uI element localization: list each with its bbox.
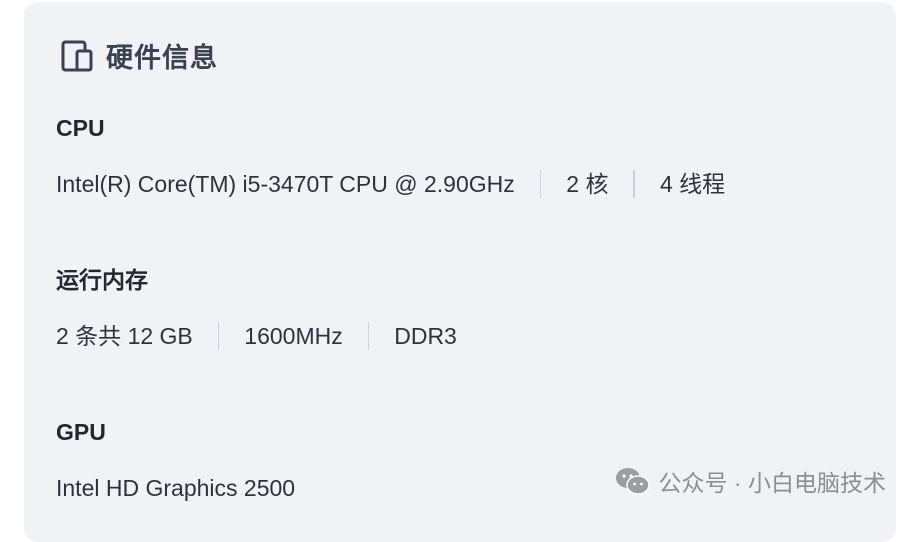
cpu-cores: 2 核 (566, 170, 608, 198)
devices-icon (60, 39, 94, 73)
memory-info-row: 2 条共 12 GB 1600MHz DDR3 (56, 322, 457, 350)
cpu-threads: 4 线程 (660, 170, 725, 198)
gpu-title: GPU (56, 418, 295, 446)
cpu-section: CPU Intel(R) Core(TM) i5-3470T CPU @ 2.9… (56, 114, 725, 198)
card-title: 硬件信息 (106, 36, 218, 75)
gpu-info-row: Intel HD Graphics 2500 (56, 474, 295, 502)
cpu-title: CPU (56, 114, 725, 142)
separator (633, 170, 635, 198)
separator (218, 322, 220, 350)
memory-section: 运行内存 2 条共 12 GB 1600MHz DDR3 (56, 266, 457, 350)
card-header: 硬件信息 (60, 36, 218, 75)
watermark: 公众号 · 小白电脑技术 (615, 464, 886, 498)
gpu-section: GPU Intel HD Graphics 2500 (56, 418, 295, 502)
gpu-model: Intel HD Graphics 2500 (56, 474, 295, 502)
cpu-info-row: Intel(R) Core(TM) i5-3470T CPU @ 2.90GHz… (56, 170, 725, 198)
watermark-text: 公众号 · 小白电脑技术 (659, 464, 886, 498)
separator (540, 170, 542, 198)
memory-frequency: 1600MHz (244, 322, 342, 350)
memory-title: 运行内存 (56, 266, 457, 294)
memory-capacity: 2 条共 12 GB (56, 322, 193, 350)
cpu-model: Intel(R) Core(TM) i5-3470T CPU @ 2.90GHz (56, 170, 515, 198)
wechat-icon (615, 466, 651, 496)
memory-type: DDR3 (394, 322, 457, 350)
separator (368, 322, 370, 350)
hardware-info-card: 硬件信息 CPU Intel(R) Core(TM) i5-3470T CPU … (24, 2, 896, 542)
